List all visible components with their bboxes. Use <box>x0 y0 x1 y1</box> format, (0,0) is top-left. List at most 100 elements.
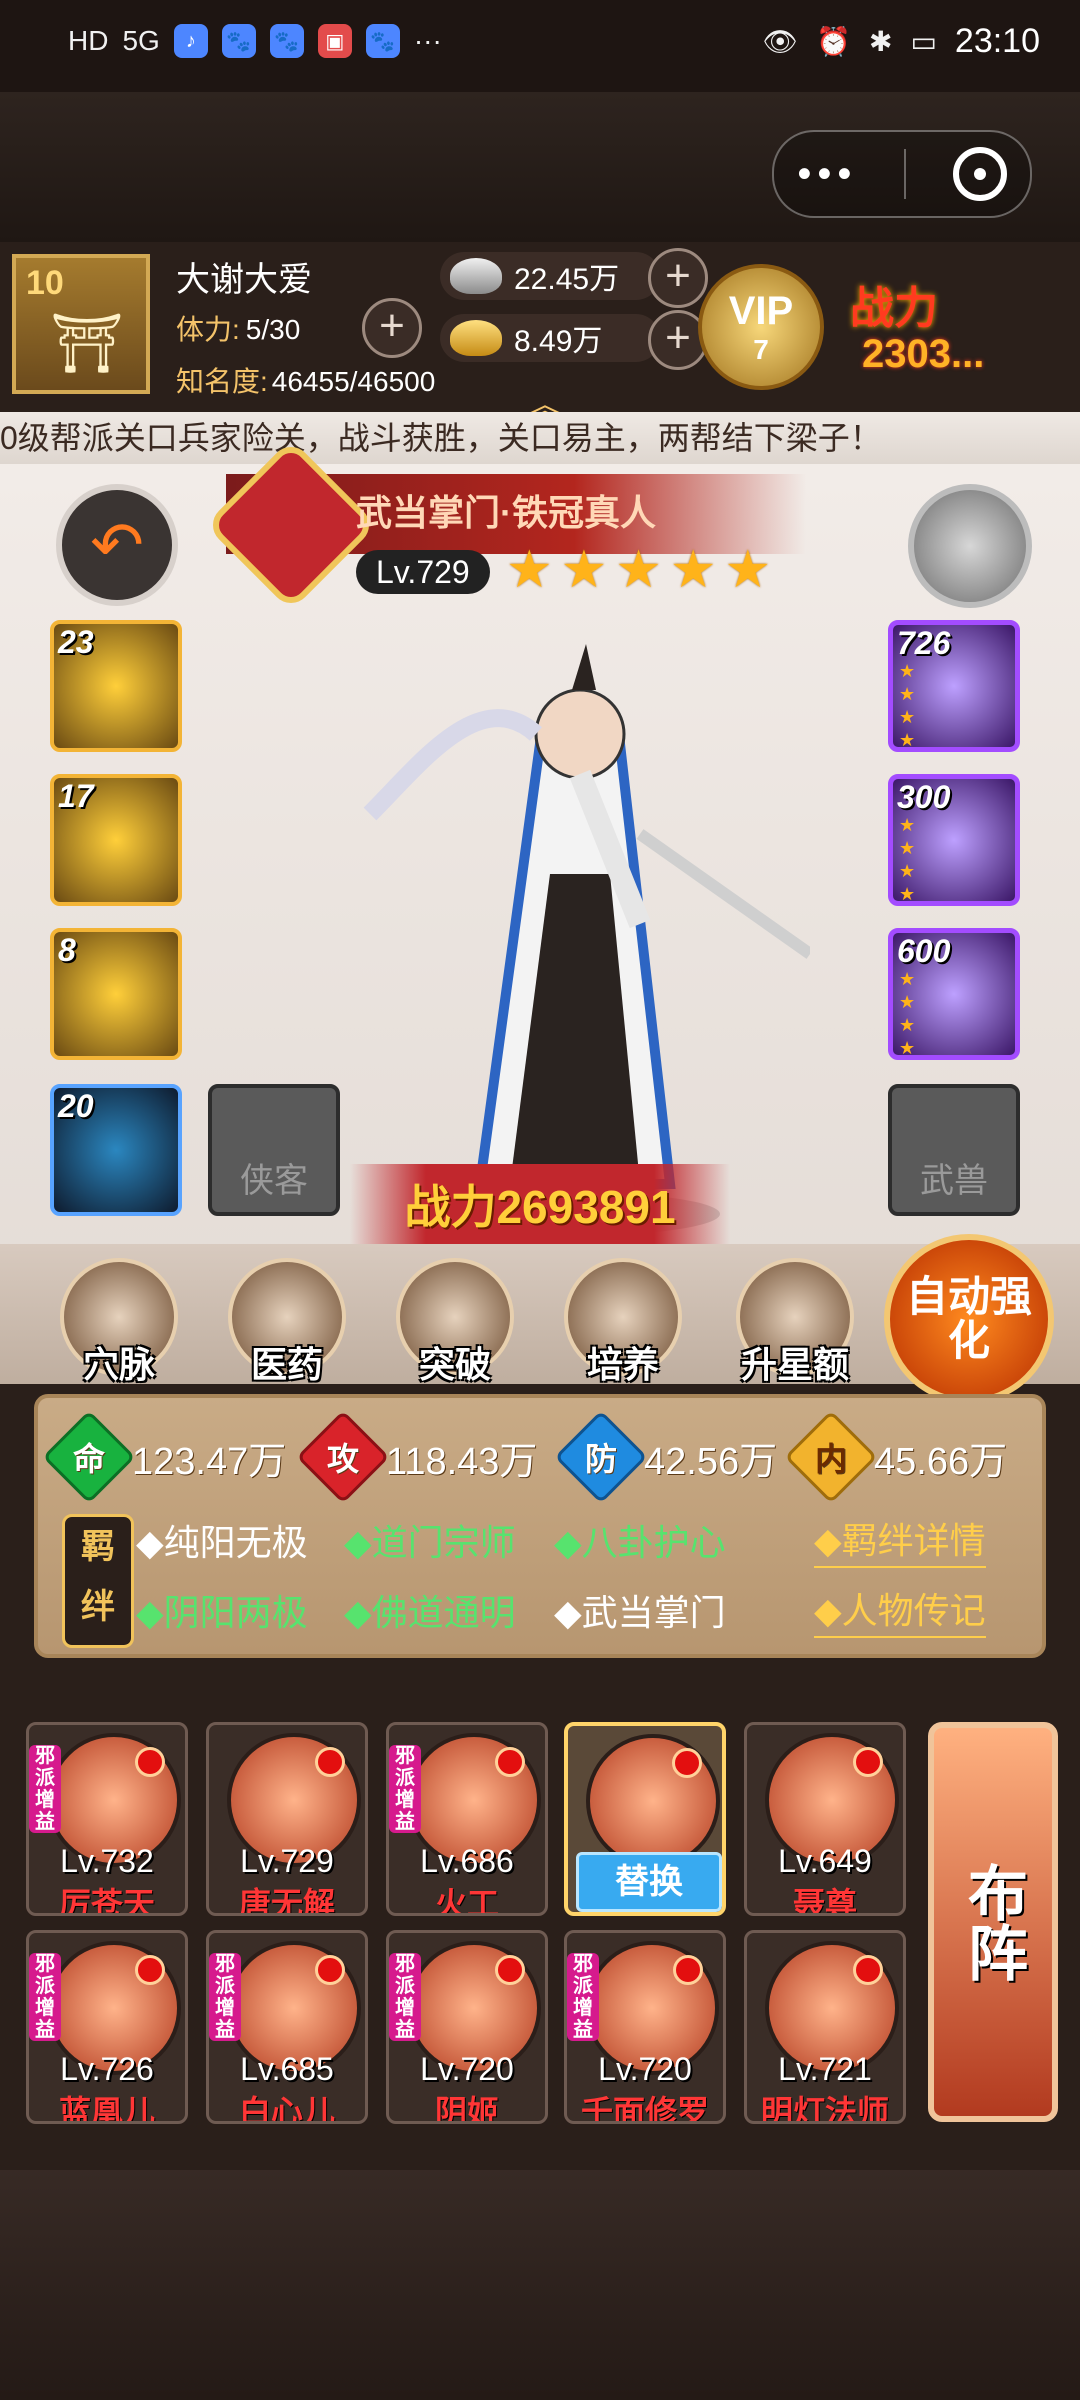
function-label: 培养 <box>586 1344 659 1385</box>
hd-badge: HD <box>68 25 109 56</box>
game-screen: HD 5G ♪ 🐾 🐾 ▣ 🐾 ··· 👁 ⏰ ✱ ▭ 23:10 ••• 10… <box>0 0 1080 2400</box>
more-dots-icon[interactable]: ••• <box>797 152 857 197</box>
hero-card-level: Lv.729 <box>240 1843 334 1879</box>
status-icons-right: 👁 ⏰ ✱ ▭ 23:10 <box>763 22 1040 61</box>
app-icon: ♪ <box>173 24 208 58</box>
function-acupoint[interactable]: 穴脉 <box>54 1258 184 1388</box>
baidu-icon: 🐾 <box>221 24 256 58</box>
stats-panel: 命 123.47万 攻 118.43万 防 42.56万 内 45.66万 羁绊… <box>34 1394 1046 1658</box>
skill-level: 17 <box>58 778 94 814</box>
hero-card-level: Lv.726 <box>60 2051 154 2087</box>
gold-value: 8.49万 <box>514 325 603 358</box>
more-icon: ··· <box>413 25 442 56</box>
network-badge: 5G <box>122 25 160 56</box>
player-name: 大谢大爱 <box>176 261 312 299</box>
hero-panel: ↶ 武当掌门·铁冠真人 Lv.729 ★ ★ ★ ★ ★ 23 17 8 20 … <box>0 438 1080 1437</box>
orb-slot[interactable]: 20 <box>50 1084 182 1216</box>
baidu-icon: 🐾 <box>269 24 304 58</box>
equip-level: 300 <box>897 779 951 815</box>
vip-badge[interactable]: VIP 7 <box>698 264 824 390</box>
partner-slot[interactable]: 侠客 <box>208 1084 340 1216</box>
hero-card[interactable]: Lv.721 明灯法师 <box>744 1930 906 2124</box>
fame: 知名度: 46455/46500 <box>176 360 435 400</box>
hero-title: 武当掌门·铁冠真人 <box>356 492 656 533</box>
hero-card[interactable]: 邪派增益 Lv.720 阴姬 <box>386 1930 548 2124</box>
hero-card-name: 白心儿 <box>238 2094 335 2124</box>
bond-item: ◆阴阳两极 <box>136 1592 308 1633</box>
back-button[interactable]: ↶ <box>56 484 178 606</box>
player-level: 10 <box>26 264 64 302</box>
defense-icon: 防 <box>554 1410 648 1504</box>
skill-slot[interactable]: 23 <box>50 620 182 752</box>
hero-card[interactable]: Lv.649 聂尊 <box>744 1722 906 1916</box>
player-level-badge[interactable]: 10 ⛩ <box>12 254 150 394</box>
skill-slot[interactable]: 17 <box>50 774 182 906</box>
hero-illustration <box>363 644 810 1236</box>
miniapp-capsule[interactable]: ••• <box>772 130 1032 218</box>
battery-icon: ▭ <box>910 26 937 57</box>
sect-emblem-icon <box>204 438 378 612</box>
notification-dot <box>135 1747 165 1777</box>
beast-slot[interactable]: 武兽 <box>888 1084 1020 1216</box>
close-target-icon[interactable] <box>952 147 1007 201</box>
meditation-button[interactable] <box>908 484 1032 608</box>
evil-sect-bonus-tag: 邪派增益 <box>389 1745 421 1833</box>
bond-detail-link[interactable]: ◆羁绊详情 <box>814 1512 986 1568</box>
biography-link[interactable]: ◆人物传记 <box>814 1582 986 1638</box>
star-icon: ★ <box>560 541 608 599</box>
hero-stars: ★ ★ ★ ★ ★ <box>506 540 771 600</box>
bond-item: ◆纯阳无极 <box>136 1522 308 1563</box>
silver-ingot-icon <box>450 258 502 294</box>
notification-dot <box>315 1955 345 1985</box>
hero-card[interactable]: 邪派增益 Lv.732 厉苍天 <box>26 1722 188 1916</box>
function-breakthrough[interactable]: 突破 <box>390 1258 520 1388</box>
notification-dot <box>673 1955 703 1985</box>
armor-slot[interactable]: 300 ★ ★ ★ ★ <box>888 774 1020 906</box>
hero-card-level: Lv.732 <box>60 1843 154 1879</box>
evil-sect-bonus-tag: 邪派增益 <box>29 1953 61 2041</box>
hero-card-name: 唐无解 <box>238 1886 335 1916</box>
hero-card-level: Lv.720 <box>598 2051 692 2087</box>
stamina: 体力: 5/30 <box>176 308 300 348</box>
hero-card[interactable]: 邪派增益 Lv.686 火工 <box>386 1722 548 1916</box>
hero-card-name: 蓝凰儿 <box>58 2094 155 2124</box>
hero-card[interactable]: 邪派增益 Lv.720 千面修罗 <box>564 1930 726 2124</box>
hero-card[interactable]: 邪派增益 Lv.726 蓝凰儿 <box>26 1930 188 2124</box>
skill-slot[interactable]: 8 <box>50 928 182 1060</box>
defense-value: 42.56万 <box>644 1440 778 1483</box>
fame-value: 46455/46500 <box>271 366 436 397</box>
hero-card-selected[interactable]: 替换 <box>564 1722 726 1916</box>
notification-dot <box>853 1955 883 1985</box>
accessory-slot[interactable]: 600 ★ ★ ★ ★ <box>888 928 1020 1060</box>
power-value: 2303... <box>862 332 985 376</box>
equip-stars: ★ ★ ★ ★ <box>899 815 916 904</box>
star-icon: ★ <box>615 541 662 599</box>
vip-text: VIP <box>728 288 794 333</box>
weapon-slot[interactable]: 726 ★ ★ ★ ★ <box>888 620 1020 752</box>
footer-decoration <box>0 2170 1080 2400</box>
add-silver-button[interactable]: + <box>648 248 708 308</box>
stat-defense: 防 42.56万 <box>554 1410 778 1504</box>
hero-card[interactable]: 邪派增益 Lv.685 白心儿 <box>206 1930 368 2124</box>
inner-icon: 内 <box>784 1410 878 1504</box>
status-bar: HD 5G ♪ 🐾 🐾 ▣ 🐾 ··· 👁 ⏰ ✱ ▭ 23:10 <box>0 0 1080 92</box>
evil-sect-bonus-tag: 邪派增益 <box>389 1953 421 2041</box>
auto-enhance-button[interactable]: 自动强化 <box>884 1234 1054 1404</box>
formation-button[interactable]: 布阵 <box>928 1722 1058 2122</box>
notification-dot <box>135 1955 165 1985</box>
function-label: 穴脉 <box>82 1344 155 1385</box>
hero-card-level: Lv.720 <box>420 2051 514 2087</box>
hero-card[interactable]: Lv.729 唐无解 <box>206 1722 368 1916</box>
silver-value: 22.45万 <box>514 263 620 296</box>
evil-sect-bonus-tag: 邪派增益 <box>567 1953 599 2041</box>
function-medicine[interactable]: 医药 <box>222 1258 352 1388</box>
stamina-value: 5/30 <box>245 314 301 345</box>
hero-card-name: 火工 <box>434 1886 499 1916</box>
star-icon: ★ <box>669 541 717 599</box>
add-stamina-button[interactable]: + <box>362 298 422 358</box>
hero-card-level: Lv.721 <box>778 2051 872 2087</box>
lineup-panel: 邪派增益 Lv.732 厉苍天 Lv.729 唐无解 邪派增益 Lv.686 火… <box>0 1690 1080 2170</box>
temple-icon: ⛩ <box>50 311 124 376</box>
swap-button[interactable]: 替换 <box>576 1852 722 1912</box>
function-train[interactable]: 培养 <box>558 1258 688 1388</box>
